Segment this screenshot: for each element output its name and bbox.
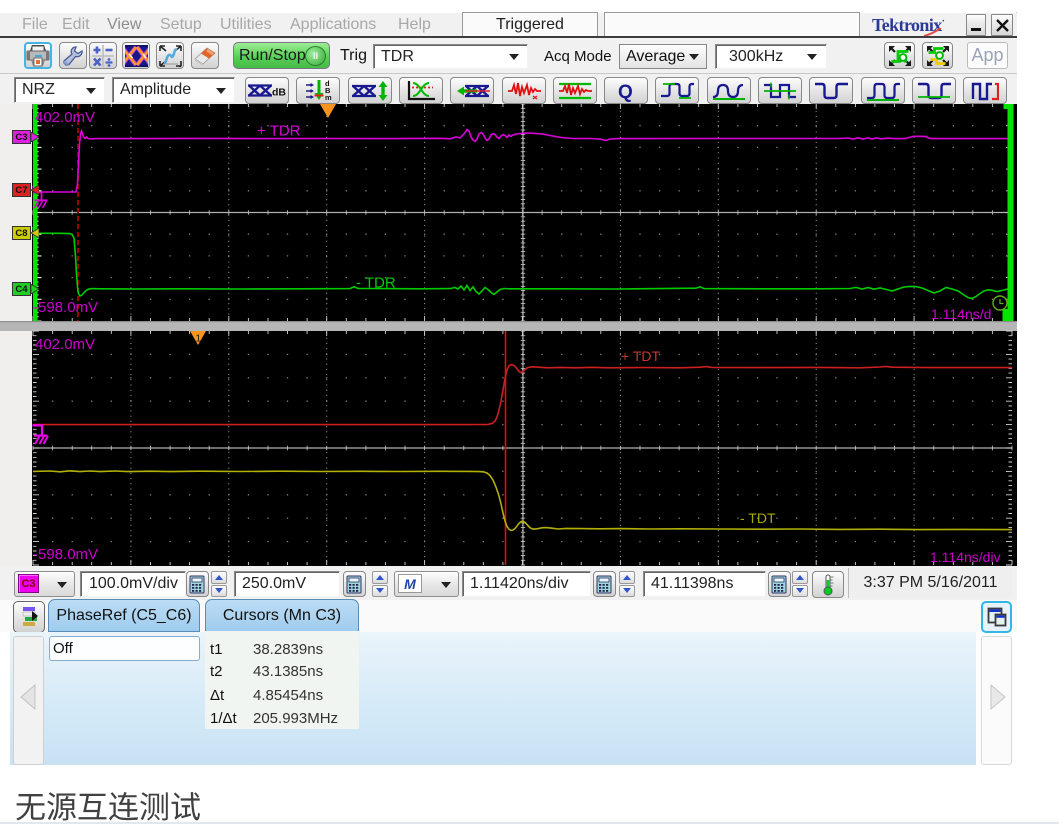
svg-text:+ TDT: + TDT <box>621 348 660 364</box>
svg-text:402.0mV: 402.0mV <box>35 109 95 126</box>
svg-text:dB: dB <box>272 87 286 99</box>
svg-text:- TDR: - TDR <box>356 275 396 292</box>
svg-text:- TDT: - TDT <box>740 510 776 526</box>
svg-text:+ TDR: + TDR <box>257 123 301 140</box>
svg-text:402.0mV: 402.0mV <box>35 336 95 353</box>
svg-text:Q: Q <box>618 82 633 102</box>
svg-text:-598.0mV: -598.0mV <box>33 546 98 563</box>
svg-text:-598.0mV: -598.0mV <box>33 299 98 316</box>
svg-text:1.114ns/div: 1.114ns/div <box>930 549 1001 565</box>
svg-text:1: 1 <box>196 334 202 345</box>
svg-text:1.114ns/d: 1.114ns/d <box>931 306 991 322</box>
svg-text:m: m <box>325 93 332 102</box>
